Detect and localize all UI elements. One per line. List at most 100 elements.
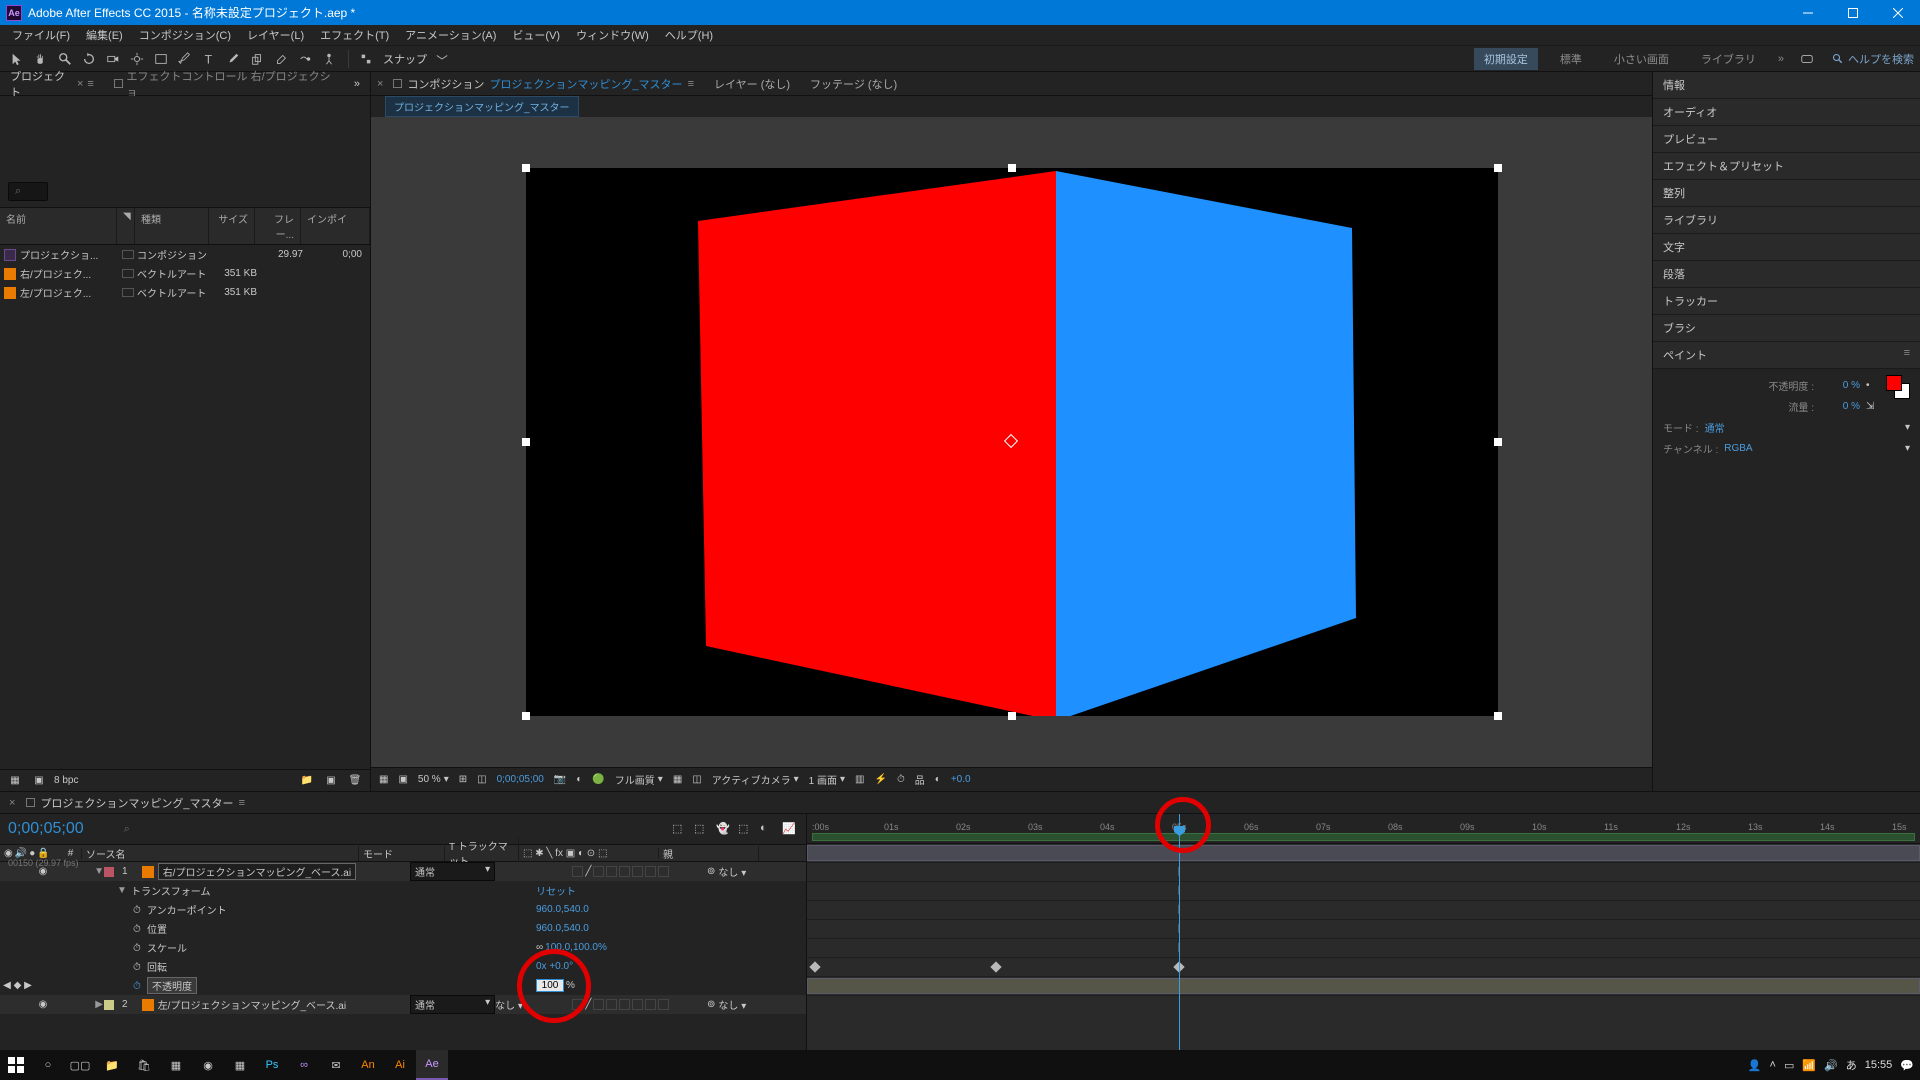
menu-animation[interactable]: アニメーション(A) [397,25,504,45]
stopwatch-icon[interactable]: ⏱ [133,905,143,915]
layer-name[interactable]: 右/プロジェクションマッピング_ベース.ai [158,863,356,880]
project-settings-icon[interactable]: ▣ [30,773,48,789]
alpha-toggle-icon[interactable]: ▦ [379,774,388,785]
workspace-standard[interactable]: 標準 [1550,48,1592,70]
sync-settings-icon[interactable] [1796,49,1818,69]
paint-channel-dropdown[interactable]: RGBA [1724,443,1899,454]
paint-color-swatch[interactable] [1886,375,1910,399]
time-ruler[interactable]: :00s 01s 02s 03s 04s 05s 06s 07s 08s 09s… [807,814,1920,844]
layer-bar[interactable] [807,844,1920,863]
bbox-handle[interactable] [522,438,530,446]
col-tag[interactable]: ◥ [117,208,135,244]
chrome-icon[interactable]: ◉ [192,1050,224,1080]
tray-volume-icon[interactable]: 🔊 [1824,1059,1838,1072]
paint-opacity-value[interactable]: 0 % [1820,380,1860,391]
timeline-track-area[interactable]: :00s 01s 02s 03s 04s 05s 06s 07s 08s 09s… [807,814,1920,1063]
transform-group[interactable]: ▼トランスフォーム リセット [0,881,806,900]
mail-icon[interactable]: ✉ [320,1050,352,1080]
panel-tracker[interactable]: トラッカー [1653,288,1920,315]
stopwatch-icon[interactable]: ⏱ [133,962,143,972]
menu-file[interactable]: ファイル(F) [4,25,78,45]
scale-value[interactable]: 100.0,100.0% [545,942,607,953]
constrain-icon[interactable]: ∞ [536,942,543,953]
grid-icon[interactable]: ▦ [673,774,682,785]
workspace-default[interactable]: 初期設定 [1474,48,1538,70]
panel-info[interactable]: 情報 [1653,72,1920,99]
task-view-icon[interactable]: ▢▢ [64,1050,96,1080]
vs-icon[interactable]: ∞ [288,1050,320,1080]
stopwatch-icon[interactable]: ⏱ [133,943,143,953]
col-framerate[interactable]: フレー... [255,208,301,244]
motion-blur-icon[interactable]: ◐ [760,822,776,836]
col-inpoint[interactable]: インポイ [301,208,370,244]
timeline-layer-row[interactable]: ◉ ▼ 1 右/プロジェクションマッピング_ベース.ai 通常▾ ╱ ⊚なし ▾ [0,862,806,881]
layer-viewer-tab[interactable]: レイヤー (なし) [704,72,800,96]
menu-window[interactable]: ウィンドウ(W) [568,25,657,45]
draft3d-toggle-icon[interactable]: ⬚ [694,822,710,836]
exposure-reset-icon[interactable]: ◐ [935,774,941,785]
ime-indicator[interactable]: あ [1846,1057,1857,1073]
panel-paragraph[interactable]: 段落 [1653,261,1920,288]
menu-layer[interactable]: レイヤー(L) [239,25,312,45]
draft3d-icon[interactable]: ▣ [398,774,407,785]
panel-brush[interactable]: ブラシ [1653,315,1920,342]
illustrator-icon[interactable]: Ai [384,1050,416,1080]
shy-toggle-icon[interactable]: 👻 [716,822,732,836]
property-scale[interactable]: ⏱スケール ∞ 100.0,100.0% [0,938,806,957]
project-item[interactable]: プロジェクショ... コンポジション 29.970;00 [0,245,370,264]
composition-canvas[interactable] [526,168,1498,716]
composition-viewer[interactable] [371,117,1652,767]
work-area-bar[interactable] [812,833,1915,841]
tabs-overflow[interactable]: » [344,74,370,94]
graph-editor-icon[interactable]: 📈 [782,822,798,836]
tray-people-icon[interactable]: 👤 [1748,1059,1762,1072]
timeline-search[interactable]: ⌕ [124,823,130,836]
keyframe-nav[interactable]: ◀ ◆ ▶ [0,980,35,991]
parent-pickwhip-icon[interactable]: ⊚ [707,866,715,877]
property-rotation[interactable]: ⏱回転 0x +0.0° [0,957,806,976]
window-close-button[interactable] [1875,0,1920,25]
project-item[interactable]: 右/プロジェク... ベクトルアート351 KB [0,264,370,283]
bbox-handle[interactable] [522,164,530,172]
opacity-value-input[interactable]: 100 [536,979,564,992]
comp-mini-flowchart-icon[interactable]: ⬚ [672,822,688,836]
panel-effects-presets[interactable]: エフェクト＆プリセット [1653,153,1920,180]
start-button[interactable] [0,1050,32,1080]
project-search[interactable]: ⌕ [8,182,48,201]
workspace-small[interactable]: 小さい画面 [1604,48,1679,70]
property-opacity[interactable]: ◀ ◆ ▶ ⏱不透明度 100 % [0,976,806,995]
bbox-handle[interactable] [1494,438,1502,446]
trackmatte-dropdown[interactable]: なし ▾ [495,997,523,1012]
trash-icon[interactable]: 🗑 [346,773,364,789]
menu-edit[interactable]: 編集(E) [78,25,131,45]
keyframe-diamond[interactable] [990,961,1001,972]
twirl-icon[interactable]: ▶ [94,999,104,1010]
project-item[interactable]: 左/プロジェク... ベクトルアート351 KB [0,283,370,302]
preview-time[interactable]: 0;00;05;00 [497,774,544,785]
mask-toggle-icon[interactable]: ◫ [692,774,701,785]
panel-library[interactable]: ライブラリ [1653,207,1920,234]
timeline-icon[interactable]: ⏱ [897,774,905,785]
current-time-display[interactable]: 0;00;05;00 [8,820,84,838]
panel-preview[interactable]: プレビュー [1653,126,1920,153]
col-type[interactable]: 種類 [135,208,209,244]
new-comp-icon[interactable]: ▣ [322,773,340,789]
photoshop-icon[interactable]: Ps [256,1050,288,1080]
views-dropdown[interactable]: 1 画面 ▾ [809,772,845,787]
playhead[interactable] [1179,814,1180,1063]
zoom-level[interactable]: 50 % ▾ [418,774,449,785]
after-effects-taskbar-icon[interactable]: Ae [416,1050,448,1080]
stopwatch-icon[interactable]: ⏱ [133,981,143,991]
menu-help[interactable]: ヘルプ(H) [657,25,721,45]
bbox-handle[interactable] [522,712,530,720]
panel-paint[interactable]: ペイント≡ [1653,342,1920,369]
blend-mode-dropdown[interactable]: 通常▾ [410,862,495,881]
layer-color-label[interactable] [104,867,114,877]
panel-audio[interactable]: オーディオ [1653,99,1920,126]
col-size[interactable]: サイズ [209,208,255,244]
store-icon[interactable]: 🛍 [128,1050,160,1080]
flowchart-icon[interactable]: 品 [915,772,925,787]
parent-pickwhip-icon[interactable]: ⊚ [707,999,715,1010]
menu-effect[interactable]: エフェクト(T) [312,25,397,45]
paint-flow-value[interactable]: 0 % [1820,401,1860,412]
